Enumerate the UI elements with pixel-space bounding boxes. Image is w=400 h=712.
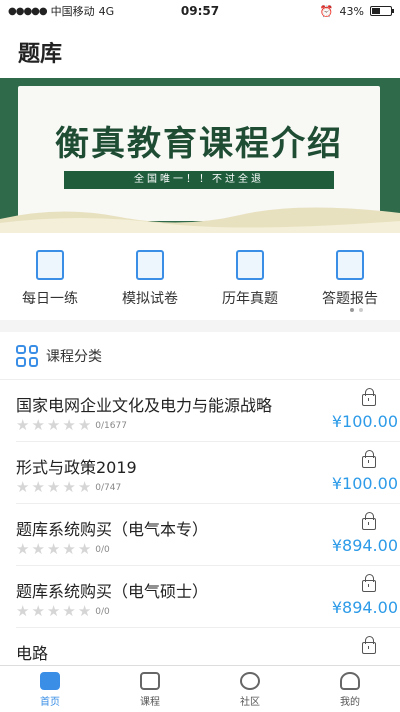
- community-heart-icon: [240, 672, 260, 690]
- rating-count: 0/0: [95, 544, 110, 555]
- lock-icon: [362, 512, 376, 530]
- section-title: 课程分类: [46, 348, 102, 365]
- network-label: 4G: [98, 4, 115, 18]
- course-play-icon: [140, 672, 160, 690]
- star-rating: ★ ★ ★ ★ ★ 0/747: [16, 478, 122, 496]
- past-papers-icon: [236, 250, 264, 280]
- page-title: 题库: [18, 42, 63, 67]
- shortcut-label: 模拟试卷: [122, 291, 178, 307]
- shortcut-label: 每日一练: [22, 291, 78, 307]
- status-bar: ●●●●● 中国移动 4G 09:57 ⏰ 43%: [0, 0, 400, 22]
- course-name: 形式与政策2019: [16, 458, 137, 477]
- header: 题库: [0, 22, 400, 78]
- battery-percent: 43%: [339, 4, 364, 18]
- tab-community[interactable]: 社区: [200, 666, 300, 712]
- star-rating: ★ ★ ★ ★ ★ 0/0: [16, 602, 110, 620]
- course-item[interactable]: 国家电网企业文化及电力与能源战略 ★ ★ ★ ★ ★ 0/1677 ¥100.00: [16, 380, 400, 442]
- tab-home[interactable]: 首页: [0, 666, 100, 712]
- shortcut-report[interactable]: 答题报告: [300, 233, 400, 320]
- battery-fill: [372, 8, 380, 14]
- course-item[interactable]: 题库系统购买（电气硕士） ★ ★ ★ ★ ★ 0/0 ¥894.00: [16, 566, 400, 628]
- profile-icon: [340, 672, 360, 690]
- status-right: ⏰ 43%: [319, 4, 394, 18]
- course-item[interactable]: 形式与政策2019 ★ ★ ★ ★ ★ 0/747 ¥100.00: [16, 442, 400, 504]
- tab-profile[interactable]: 我的: [300, 666, 400, 712]
- tab-label: 首页: [40, 697, 60, 708]
- tab-courses[interactable]: 课程: [100, 666, 200, 712]
- tab-label: 我的: [340, 697, 360, 708]
- signal-icon: ●●●●●: [8, 5, 48, 17]
- tab-label: 社区: [240, 697, 260, 708]
- banner-decoration: [0, 207, 400, 233]
- rating-count: 0/1677: [95, 420, 127, 431]
- rating-count: 0/0: [95, 606, 110, 617]
- course-item[interactable]: 题库系统购买（电气本专） ★ ★ ★ ★ ★ 0/0 ¥894.00: [16, 504, 400, 566]
- course-name: 电路: [16, 644, 49, 663]
- section-header: 课程分类: [0, 332, 400, 380]
- course-price: ¥894.00: [331, 536, 398, 555]
- lock-icon: [362, 388, 376, 406]
- pager-dot: [359, 308, 363, 312]
- course-name: 题库系统购买（电气硕士）: [16, 582, 209, 601]
- category-grid-icon: [16, 344, 38, 367]
- promo-banner[interactable]: 衡真教育课程介绍 全国唯一！！不过全退: [0, 78, 400, 233]
- status-left: ●●●●● 中国移动 4G: [8, 3, 320, 19]
- report-chart-icon: [336, 250, 364, 280]
- shortcut-label: 答题报告: [322, 291, 378, 307]
- course-price: ¥100.00: [331, 412, 398, 431]
- lock-icon: [362, 574, 376, 592]
- shortcut-mock-exam[interactable]: 模拟试卷: [100, 233, 200, 320]
- course-price: ¥100.00: [331, 474, 398, 493]
- shortcut-daily-practice[interactable]: 每日一练: [0, 233, 100, 320]
- shortcut-grid: 每日一练 模拟试卷 历年真题 答题报告: [0, 233, 400, 320]
- shortcut-label: 历年真题: [222, 291, 278, 307]
- daily-practice-icon: [36, 250, 64, 280]
- banner-title: 衡真教育课程介绍: [55, 124, 343, 164]
- bottom-tabbar: 首页 课程 社区 我的: [0, 665, 400, 712]
- alarm-icon: ⏰: [319, 4, 334, 18]
- battery-icon: [370, 6, 394, 16]
- course-item[interactable]: 电路: [16, 628, 400, 665]
- course-name: 国家电网企业文化及电力与能源战略: [16, 396, 273, 415]
- pager-dot: [350, 308, 354, 312]
- mock-exam-icon: [136, 250, 164, 280]
- banner-subtitle: 全国唯一！！不过全退: [64, 171, 334, 189]
- course-name: 题库系统购买（电气本专）: [16, 520, 209, 539]
- shortcut-pager[interactable]: [350, 308, 363, 312]
- home-icon: [40, 672, 60, 690]
- lock-icon: [362, 636, 376, 654]
- course-price: ¥894.00: [331, 598, 398, 617]
- star-rating: ★ ★ ★ ★ ★ 0/1677: [16, 416, 127, 434]
- tab-label: 课程: [140, 697, 160, 708]
- course-section: 课程分类 国家电网企业文化及电力与能源战略 ★ ★ ★ ★ ★ 0/1677 ¥100.…: [0, 332, 400, 665]
- carrier-label: 中国移动: [50, 5, 95, 18]
- shortcut-past-papers[interactable]: 历年真题: [200, 233, 300, 320]
- star-rating: ★ ★ ★ ★ ★ 0/0: [16, 540, 110, 558]
- lock-icon: [362, 450, 376, 468]
- rating-count: 0/747: [95, 482, 122, 493]
